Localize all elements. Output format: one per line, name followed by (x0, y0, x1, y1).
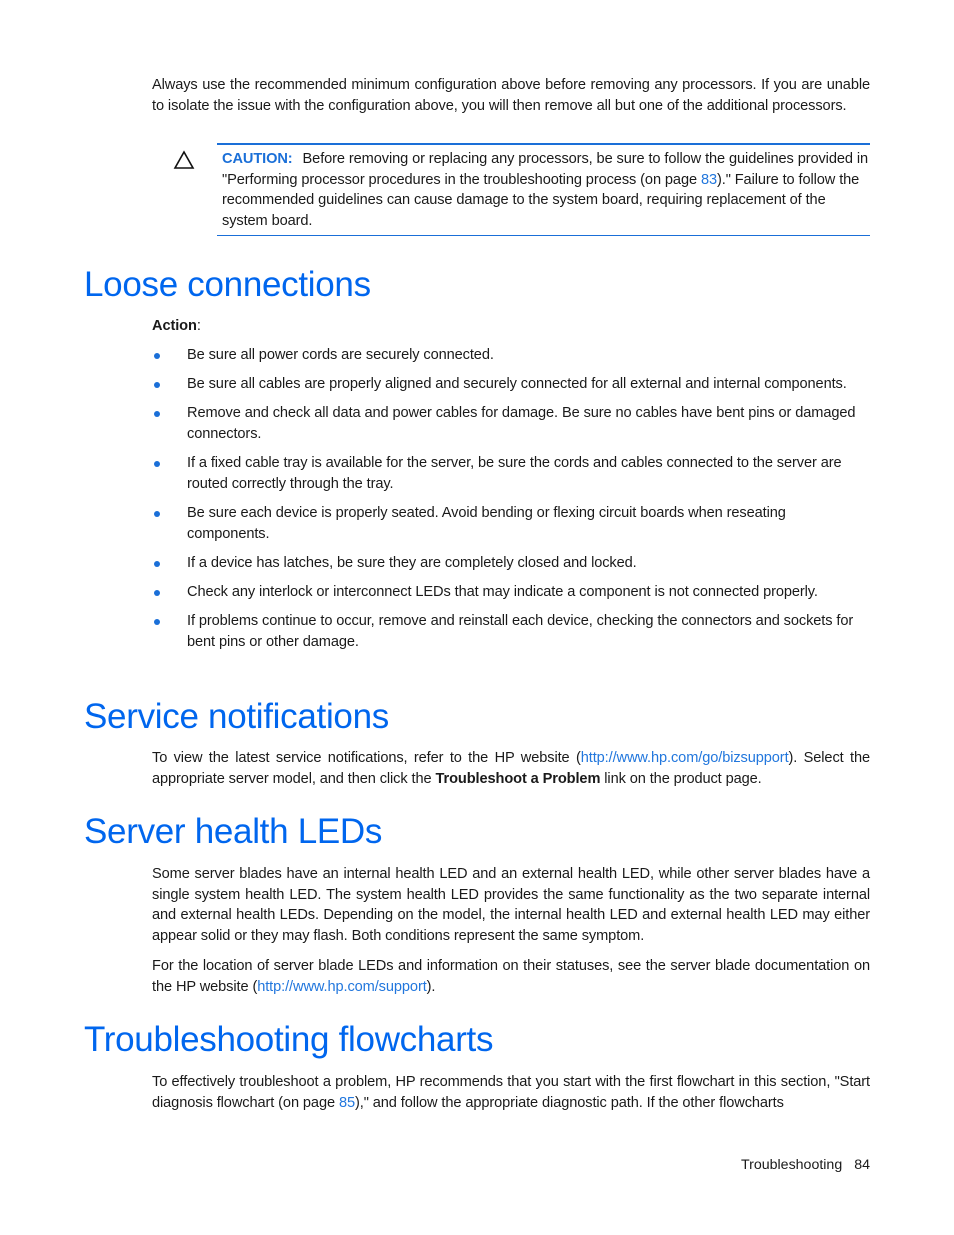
troubleshooting-flowcharts-paragraph: To effectively troubleshoot a problem, H… (152, 1074, 870, 1111)
warning-triangle-icon (173, 150, 195, 169)
bullet-icon (154, 589, 160, 596)
service-notifications-paragraph: To view the latest service notifications… (152, 750, 870, 787)
list-item: If a device has latches, be sure they ar… (152, 553, 870, 574)
bullet-icon (154, 382, 160, 389)
heading-server-health-leds: Server health LEDs (84, 812, 383, 851)
footer-section-title: Troubleshooting (741, 1157, 843, 1173)
bizsupport-link[interactable]: http://www.hp.com/go/bizsupport (581, 750, 789, 766)
footer-page-number: 84 (854, 1157, 870, 1173)
list-item: If problems continue to occur, remove an… (152, 611, 870, 652)
heading-loose-connections: Loose connections (84, 265, 371, 304)
list-item: Remove and check all data and power cabl… (152, 403, 870, 444)
action-bullet-list: Be sure all power cords are securely con… (152, 345, 870, 661)
page-83-link[interactable]: 83 (701, 172, 717, 188)
page-85-link[interactable]: 85 (339, 1095, 355, 1111)
heading-troubleshooting-flowcharts: Troubleshooting flowcharts (84, 1020, 494, 1059)
intro-paragraph: Always use the recommended minimum confi… (152, 77, 870, 114)
caution-label: CAUTION: (222, 151, 293, 167)
hp-support-link[interactable]: http://www.hp.com/support (257, 979, 427, 995)
caution-text: CAUTION: Before removing or replacing any… (222, 151, 868, 229)
list-item: Check any interlock or interconnect LEDs… (152, 582, 870, 603)
page-footer: Troubleshooting 84 (741, 1157, 870, 1173)
bullet-icon (154, 461, 160, 468)
action-label: Action: (152, 318, 201, 334)
server-health-paragraph-1: Some server blades have an internal heal… (152, 866, 870, 944)
list-item: Be sure all power cords are securely con… (152, 345, 870, 366)
bullet-icon (154, 353, 160, 359)
bullet-icon (154, 560, 160, 567)
list-item: If a fixed cable tray is available for t… (152, 453, 870, 494)
list-item: Be sure all cables are properly aligned … (152, 374, 870, 395)
list-item: Be sure each device is properly seated. … (152, 503, 870, 544)
bullet-icon (154, 510, 160, 517)
server-health-paragraph-2: For the location of server blade LEDs an… (152, 958, 870, 995)
heading-service-notifications: Service notifications (84, 697, 389, 736)
caution-box: CAUTION: Before removing or replacing any… (217, 143, 870, 236)
bullet-icon (154, 411, 160, 418)
bullet-icon (154, 619, 160, 626)
troubleshoot-a-problem-label: Troubleshoot a Problem (435, 770, 601, 787)
